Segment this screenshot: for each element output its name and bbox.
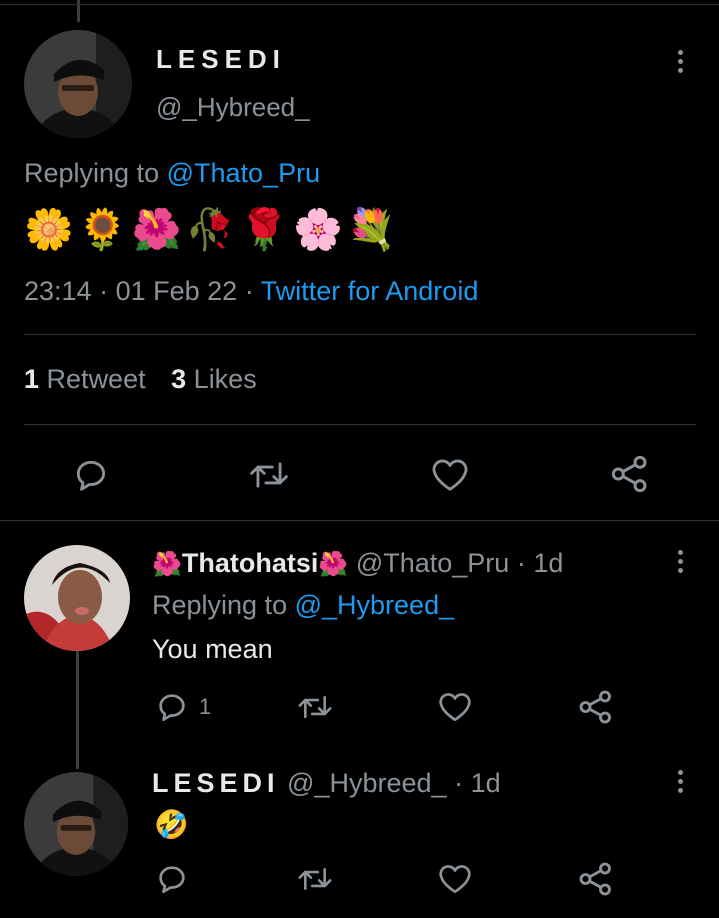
like-icon[interactable] <box>430 456 470 494</box>
reply-1-reply-button[interactable]: 1 <box>155 690 211 724</box>
tweet-time: 23:14 <box>24 276 92 306</box>
reply-icon[interactable] <box>155 862 189 896</box>
reply-thread-line <box>76 651 79 769</box>
retweet-icon[interactable] <box>297 862 333 896</box>
reply-handle[interactable]: @Thato_Pru <box>356 548 509 578</box>
reply-display-name[interactable]: Thatohatsi <box>182 548 319 578</box>
replying-to-link[interactable]: @Thato_Pru <box>167 158 320 188</box>
avatar-image <box>24 30 132 138</box>
share-icon[interactable] <box>578 861 614 897</box>
reply-header: 🌺Thatohatsi🌺 @Thato_Pru · 1d <box>152 548 563 579</box>
share-icon[interactable] <box>578 689 614 725</box>
reply-more-icon[interactable] <box>677 550 683 573</box>
reply-replying-prefix: Replying to <box>152 590 288 620</box>
stats-divider-top <box>24 334 696 335</box>
tweet-source[interactable]: Twitter for Android <box>261 276 479 306</box>
reply-count: 1 <box>199 694 212 719</box>
section-divider <box>0 520 719 521</box>
reply-more-icon[interactable] <box>677 770 683 793</box>
tweet-text: 🌼🌻🌺🥀🌹🌸💐 <box>24 207 401 253</box>
share-icon[interactable] <box>610 454 650 494</box>
retweet-stat[interactable]: 1 Retweet <box>24 364 153 394</box>
reply-avatar[interactable] <box>24 772 128 876</box>
reply-avatar-image <box>24 772 128 876</box>
avatar[interactable] <box>24 30 132 138</box>
separator: · <box>516 548 526 578</box>
separator: · <box>99 276 109 306</box>
reply-avatar[interactable] <box>24 545 130 651</box>
retweet-icon[interactable] <box>297 690 333 724</box>
reply-time: 1d <box>533 548 564 578</box>
replying-to-prefix: Replying to <box>24 158 160 188</box>
reply-display-name[interactable]: LESEDI <box>152 768 280 798</box>
reply-header: LESEDI @_Hybreed_ · 1d <box>152 768 501 799</box>
handle[interactable]: @_Hybreed_ <box>156 92 310 123</box>
stats-row: 1 Retweet 3 Likes <box>24 364 257 395</box>
display-name[interactable]: LESEDI <box>156 44 286 75</box>
top-divider <box>0 4 719 5</box>
like-label: Likes <box>193 364 257 394</box>
tweet-date: 01 Feb 22 <box>115 276 238 306</box>
timestamp-line: 23:14 · 01 Feb 22 · Twitter for Android <box>24 276 478 307</box>
likes-stat[interactable]: 3 Likes <box>171 364 257 394</box>
like-icon[interactable] <box>437 862 473 896</box>
reply-text: You mean <box>152 634 273 664</box>
more-icon[interactable] <box>677 50 683 73</box>
separator: · <box>454 768 464 798</box>
reply-handle[interactable]: @_Hybreed_ <box>287 768 447 798</box>
name-flower-right: 🌺 <box>318 550 349 578</box>
reply-icon <box>155 690 189 724</box>
like-count: 3 <box>171 364 187 394</box>
stats-divider-bottom <box>24 424 696 425</box>
retweet-count: 1 <box>24 364 40 394</box>
reply-replying-to-link[interactable]: @_Hybreed_ <box>295 590 455 620</box>
replying-to-line: Replying to @Thato_Pru <box>24 158 320 189</box>
like-icon[interactable] <box>437 690 473 724</box>
reply-replying-to-line: Replying to @_Hybreed_ <box>152 590 454 621</box>
name-flower-left: 🌺 <box>152 550 182 578</box>
reply-text: 🤣 <box>154 808 189 841</box>
reply-avatar-image <box>24 545 130 651</box>
reply-icon[interactable] <box>72 456 110 494</box>
reply-time: 1d <box>470 768 501 798</box>
retweet-label: Retweet <box>46 364 146 394</box>
separator: · <box>244 276 254 306</box>
retweet-icon[interactable] <box>248 456 290 494</box>
